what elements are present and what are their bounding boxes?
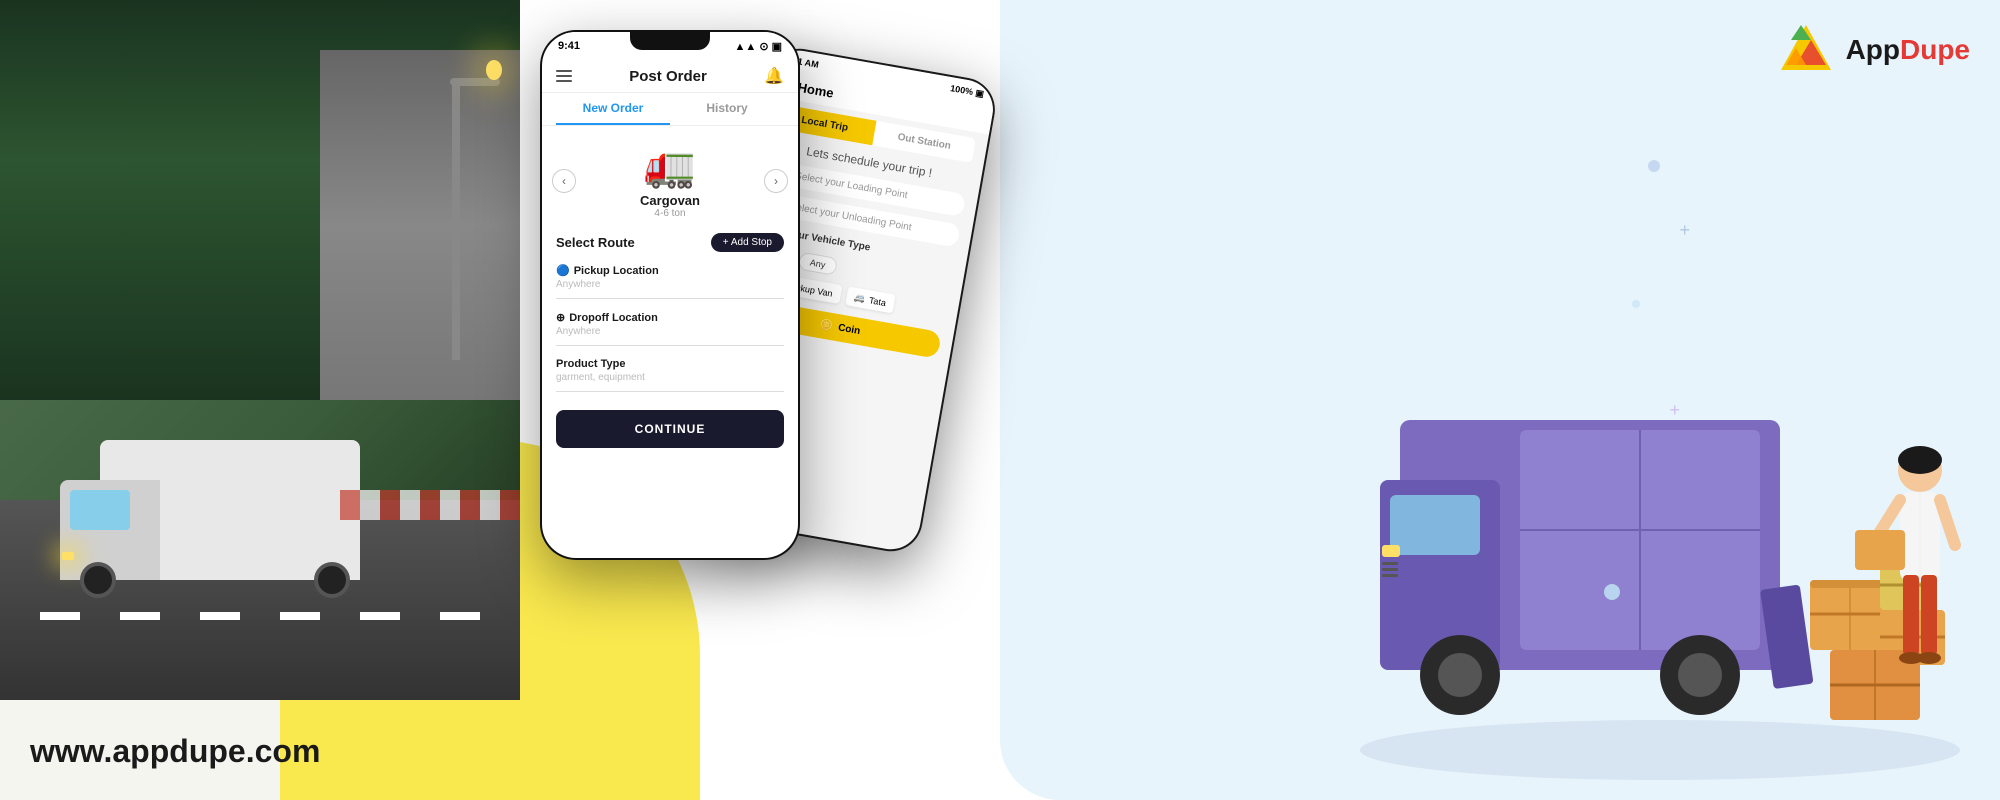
select-route-header: Select Route + Add Stop <box>542 223 798 258</box>
filter-any-chip[interactable]: Any <box>798 252 838 276</box>
dropoff-field: ⊕ Dropoff Location Anywhere <box>556 311 784 346</box>
vehicle-subtitle: 4-6 ton <box>640 208 700 219</box>
pickup-icon: 🔵 <box>556 264 570 277</box>
notification-bell-icon[interactable]: 🔔 <box>764 66 784 86</box>
continue-button[interactable]: CONTINUE <box>556 410 784 448</box>
phone2-battery: 100% ▣ <box>949 83 984 100</box>
vehicle-selector: ‹ 🚛 Cargovan 4-6 ton › <box>542 126 798 223</box>
pickup-field: 🔵 Pickup Location Anywhere <box>556 264 784 299</box>
tata-icon: 🚐 <box>853 292 866 305</box>
delivery-illustration <box>1320 100 2000 800</box>
phone-main: 9:41 ▲▲ ⊙ ▣ Post Order 🔔 New Order Histo… <box>540 30 800 560</box>
phone-title: Post Order <box>629 68 707 85</box>
deco-dot-1 <box>1648 160 1660 172</box>
vehicle-display: 🚛 Cargovan 4-6 ton <box>640 142 700 219</box>
pickup-label: 🔵 Pickup Location <box>556 264 784 277</box>
deco-dot-2 <box>1632 300 1640 308</box>
vehicle-tata[interactable]: 🚐 Tata <box>845 286 896 313</box>
dropoff-icon: ⊕ <box>556 311 565 324</box>
phone-tabs: New Order History <box>542 93 798 126</box>
phone-header: Post Order 🔔 <box>542 60 798 93</box>
status-icons: ▲▲ ⊙ ▣ <box>735 40 783 53</box>
tab-new-order[interactable]: New Order <box>556 93 670 125</box>
vehicle-prev-button[interactable]: ‹ <box>552 169 576 193</box>
coin-icon: 🪙 <box>819 319 833 332</box>
dropoff-value[interactable]: Anywhere <box>556 326 784 337</box>
dropoff-label: ⊕ Dropoff Location <box>556 311 784 324</box>
phone-notch <box>630 32 710 50</box>
logo-text: AppDupe <box>1846 34 1970 66</box>
add-stop-button[interactable]: + Add Stop <box>711 233 784 252</box>
vehicle-next-button[interactable]: › <box>764 169 788 193</box>
tab-history[interactable]: History <box>670 93 784 125</box>
deco-dot-3 <box>1604 584 1620 600</box>
deco-cross-2: + <box>1669 400 1680 421</box>
vehicle-icon: 🚛 <box>640 142 700 191</box>
website-url: www.appdupe.com <box>30 733 320 770</box>
appdupe-logo: AppDupe <box>1776 20 1970 80</box>
vehicle-name: Cargovan <box>640 193 700 208</box>
status-time: 9:41 <box>558 40 580 52</box>
hamburger-menu-icon[interactable] <box>556 70 572 82</box>
product-field: Product Type garment, equipment <box>556 358 784 392</box>
deco-cross-1: + <box>1679 220 1690 241</box>
product-label: Product Type <box>556 358 784 370</box>
phone2-title: Home <box>797 79 835 100</box>
coin-label: Coin <box>837 322 861 337</box>
appdupe-logo-icon <box>1776 20 1836 80</box>
select-route-label: Select Route <box>556 235 635 250</box>
product-value[interactable]: garment, equipment <box>556 372 784 383</box>
tata-label: Tata <box>868 295 886 308</box>
pickup-value[interactable]: Anywhere <box>556 279 784 290</box>
truck-photo-section <box>0 0 520 700</box>
